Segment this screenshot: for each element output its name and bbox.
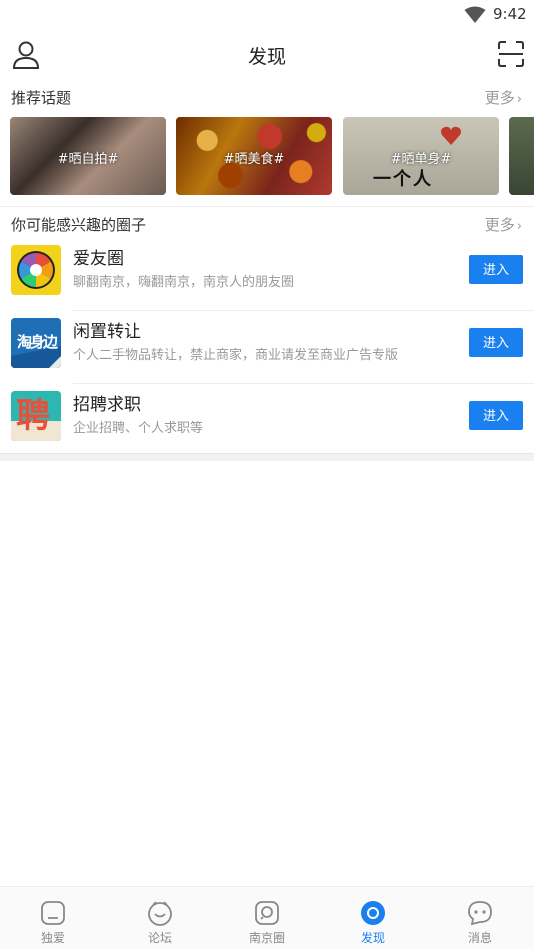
wifi-icon [464,6,486,23]
section-spacer [0,453,534,461]
chevron-right-icon: › [516,219,522,234]
app-header: 发现 [0,30,534,80]
topics-section-title: 推荐话题 [11,89,72,107]
circle-chat-icon [255,901,279,925]
topic-card-food[interactable]: #晒美食# [176,117,332,195]
circle-description: 聊翻南京，嗨翻南京，南京人的朋友圈 [73,275,295,290]
nav-tab-nanjing-circle[interactable]: 南京圈 [214,887,320,949]
circle-name: 闲置转让 [73,322,141,342]
topics-more-link[interactable]: 更多 › [485,87,522,108]
circle-item-xianzhi[interactable]: 淘身边 闲置转让 个人二手物品转让，禁止商家，商业请发至商业广告专版 进入 [0,311,534,384]
circles-more-label: 更多 [484,216,515,234]
page-title: 发现 [247,46,286,68]
enter-button[interactable]: 进入 [469,401,523,430]
heart-icon [441,126,461,145]
bottom-nav: 独爱 论坛 南京圈 发现 消息 [0,886,534,949]
status-bar: 9:42 [0,0,534,30]
topic-card-single[interactable]: 一个人 #晒单身# [343,117,499,195]
topics-more-label: 更多 [484,89,515,107]
circles-section-title: 你可能感兴趣的圈子 [11,216,147,234]
chevron-right-icon: › [516,92,522,107]
circle-description: 个人二手物品转让，禁止商家，商业请发至商业广告专版 [73,348,399,363]
circle-name: 招聘求职 [73,395,141,415]
enter-button[interactable]: 进入 [469,255,523,284]
topic-card-selfie[interactable]: #晒自拍# [10,117,166,195]
nav-label: 南京圈 [248,931,285,945]
scan-icon[interactable] [498,41,524,67]
nav-tab-duai[interactable]: 独爱 [0,887,106,949]
xianzhi-avatar: 淘身边 [11,318,61,368]
home-icon [41,901,65,925]
aperture-icon [11,245,61,295]
nav-tab-forum[interactable]: 论坛 [107,887,213,949]
aiyouquan-avatar [11,245,61,295]
enter-button[interactable]: 进入 [469,328,523,357]
nav-tab-discover[interactable]: 发现 [320,887,426,949]
zhaopin-avatar: 聘 [11,391,61,441]
circle-item-zhaopin[interactable]: 聘 招聘求职 企业招聘、个人求职等 进入 [0,384,534,457]
nav-label: 发现 [360,931,385,945]
circle-name: 爱友圈 [73,249,124,269]
circles-section-header: 你可能感兴趣的圈子 更多 › [0,212,534,236]
topic-tag: #晒自拍# [57,152,119,167]
avatar-text: 淘身边 [17,333,58,351]
nav-label: 独爱 [40,931,65,945]
nav-tab-messages[interactable]: 消息 [427,887,533,949]
nav-label: 消息 [467,931,492,945]
circle-description: 企业招聘、个人求职等 [73,421,204,436]
avatar-text: 聘 [16,396,50,436]
discover-icon [361,901,385,925]
topic-image-text: 一个人 [373,169,433,190]
topics-carousel[interactable]: #晒自拍# #晒美食# 一个人 #晒单身# [0,117,534,195]
topic-tag: #晒美食# [223,152,285,167]
circle-item-aiyouquan[interactable]: 爱友圈 聊翻南京，嗨翻南京，南京人的朋友圈 进入 [0,238,534,311]
nav-label: 论坛 [147,931,172,945]
topics-section-header: 推荐话题 更多 › [0,85,534,109]
topic-tag: #晒单身# [390,152,452,167]
message-icon [468,901,492,926]
divider [0,206,534,207]
topic-card-partial[interactable] [509,117,534,195]
circles-more-link[interactable]: 更多 › [485,214,522,235]
forum-icon [148,901,172,926]
status-time: 9:42 [493,5,527,23]
